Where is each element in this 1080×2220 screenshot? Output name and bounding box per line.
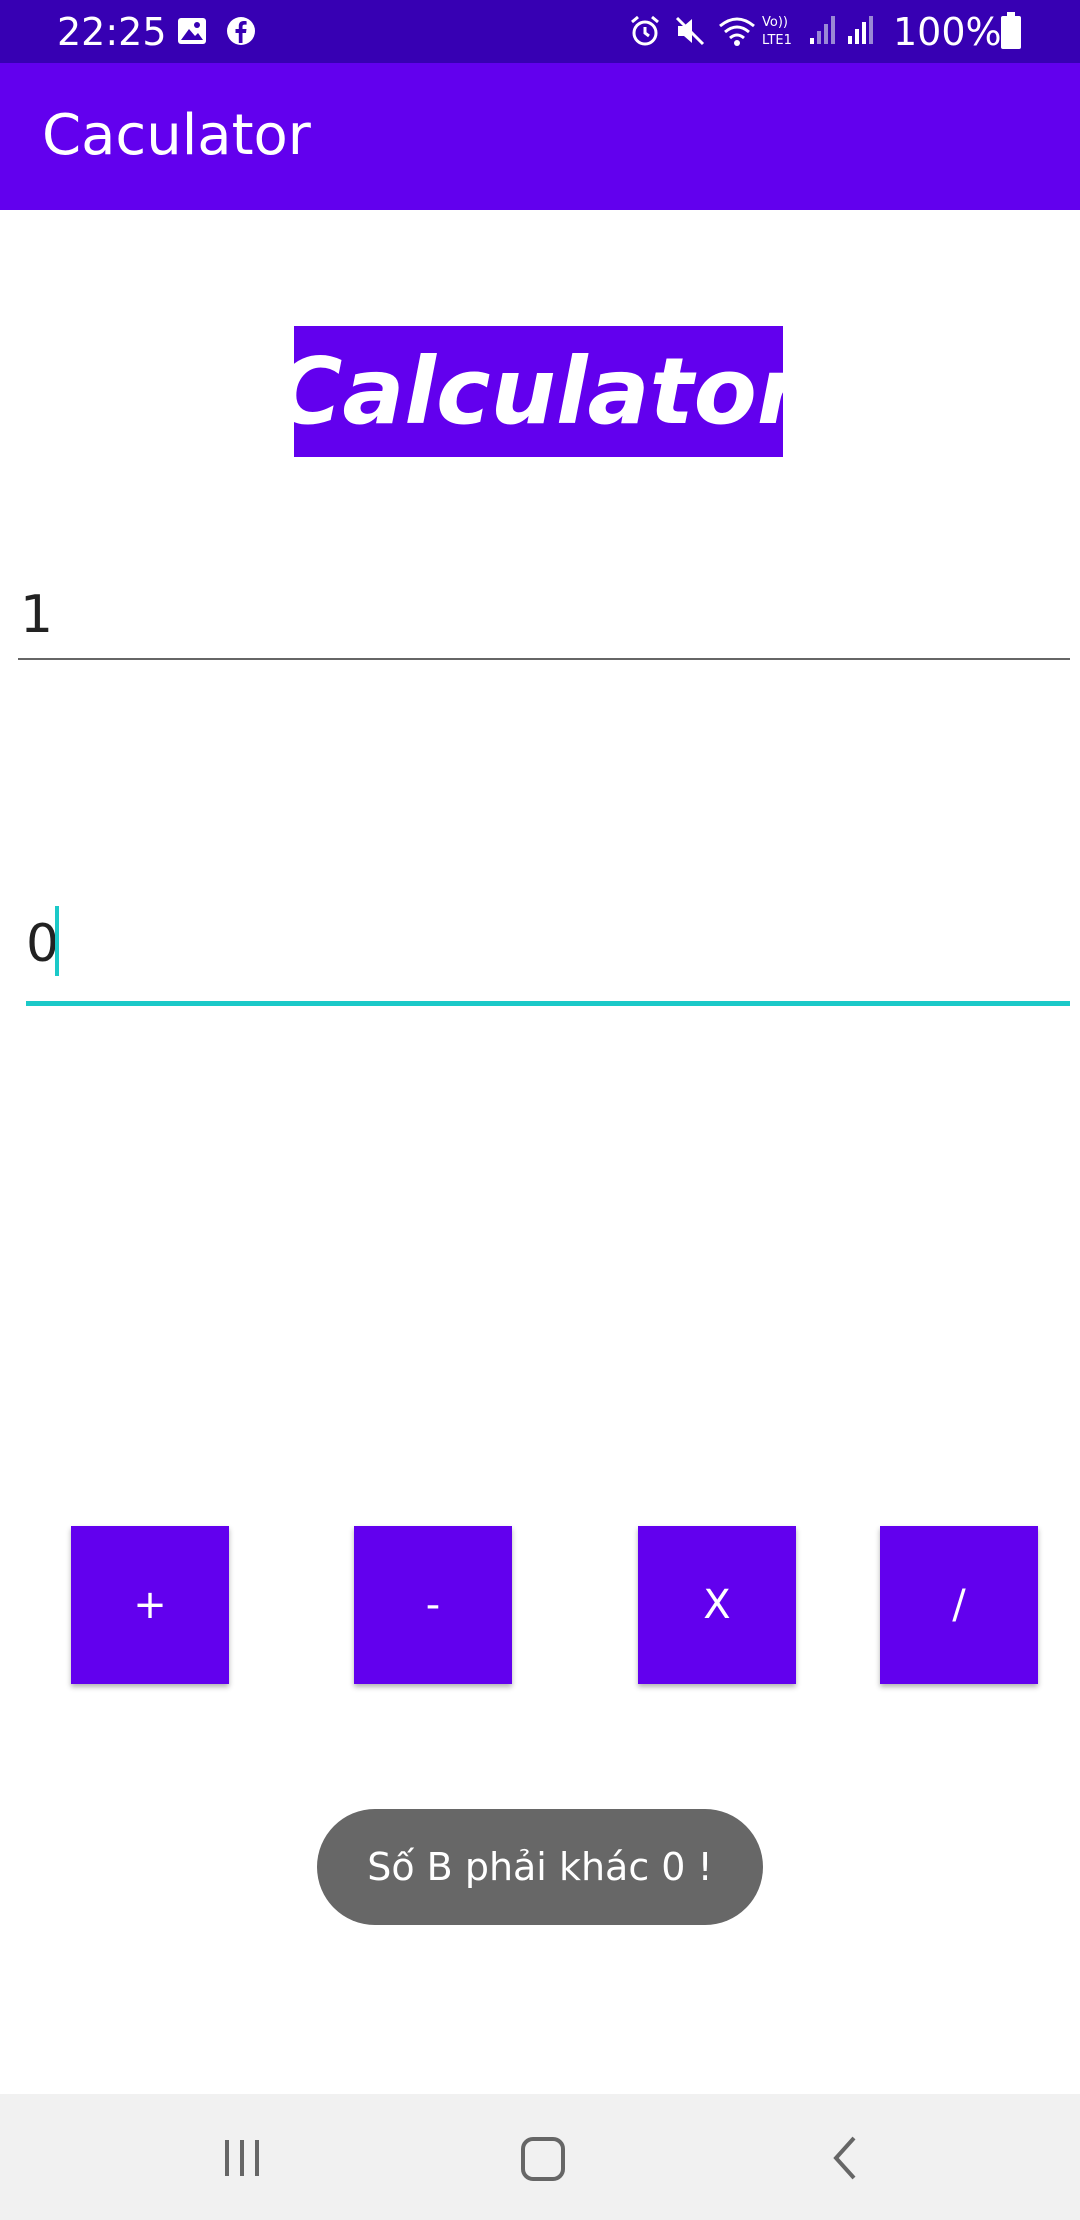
number-b-underline (26, 1001, 1070, 1006)
toast-message: Số B phải khác 0 ! (317, 1809, 763, 1925)
number-b-input[interactable] (26, 908, 1070, 980)
subtract-button[interactable]: - (354, 1526, 512, 1684)
battery-percent: 100% (893, 10, 1002, 54)
multiply-button[interactable]: X (638, 1526, 796, 1684)
status-time: 22:25 (57, 10, 167, 54)
app-bar-title: Caculator (42, 103, 311, 168)
text-cursor (55, 906, 59, 976)
back-icon[interactable] (830, 2134, 860, 2182)
svg-text:LTE1: LTE1 (762, 33, 792, 48)
volte-icon: Vo)) LTE1 (762, 15, 792, 48)
wifi-icon (719, 17, 755, 46)
number-a-input[interactable] (20, 580, 1070, 650)
calculator-heading: Calculator (275, 326, 802, 457)
svg-text:Vo)): Vo)) (762, 15, 788, 30)
recent-apps-icon[interactable] (219, 2136, 265, 2180)
add-button[interactable]: + (71, 1526, 229, 1684)
battery-icon (1001, 12, 1021, 49)
mute-icon (675, 16, 705, 46)
navigation-bar (0, 2094, 1080, 2220)
status-bar: 22:25 Vo)) LTE1 100% (0, 0, 1080, 63)
app-bar: Caculator (0, 63, 1080, 210)
signal-icon (848, 16, 873, 44)
signal-icon (810, 16, 835, 44)
divide-button[interactable]: / (880, 1526, 1038, 1684)
number-a-underline (18, 658, 1070, 660)
facebook-icon (227, 17, 255, 45)
alarm-icon (631, 15, 659, 46)
image-icon (178, 18, 206, 44)
home-icon[interactable] (520, 2136, 566, 2182)
